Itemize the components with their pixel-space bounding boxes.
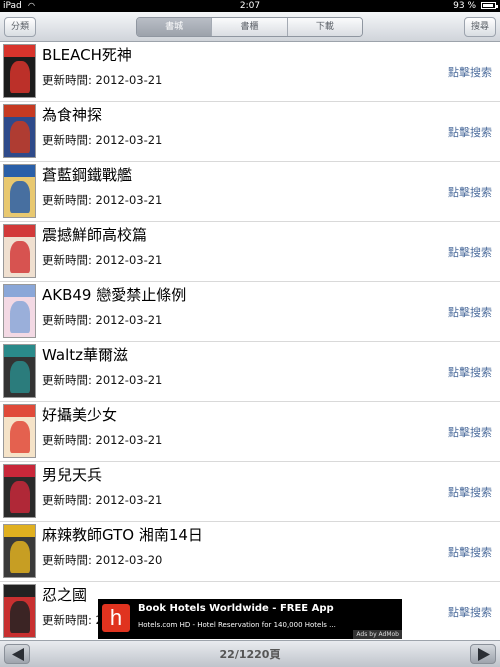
search-link[interactable]: 點擊搜索 [448,184,492,200]
search-link[interactable]: 點擊搜索 [448,424,492,440]
search-link[interactable]: 點擊搜索 [448,304,492,320]
comic-title: 麻辣教師GTO 湘南14日 [42,526,203,544]
bottom-toolbar: 22/1220頁 [0,640,500,667]
comic-cover-thumbnail[interactable] [3,524,36,578]
list-item[interactable]: AKB49 戀愛禁止條例更新時間: 2012-03-21 點擊搜索 [0,282,500,342]
update-time: 更新時間: 2012-03-21 [42,133,163,147]
ad-headline: Book Hotels Worldwide - FREE App [138,603,334,614]
comic-list: BLEACH死神 更新時間: 2012-03-21 點擊搜索 為食神探 更新時間: 20… [0,42,500,640]
segment-bookshelf[interactable]: 書櫃 [212,18,288,36]
update-time: 更新時間: 2012-03-21 [42,73,163,87]
battery-percentage: 93 % [453,1,476,11]
search-link[interactable]: 點擊搜索 [448,544,492,560]
ad-banner[interactable]: h Book Hotels Worldwide - FREE App Hotel… [98,599,402,639]
list-item[interactable]: 男兒天兵更新時間: 2012-03-21 點擊搜索 [0,462,500,522]
comic-title: 好攝美少女 [42,406,118,424]
comic-title: BLEACH死神 [42,46,132,64]
page-indicator: 22/1220頁 [219,648,281,661]
comic-cover-thumbnail[interactable] [3,404,36,458]
comic-cover-thumbnail[interactable] [3,344,36,398]
update-time: 更新時間: 2012-03-21 [42,373,163,387]
comic-cover-thumbnail[interactable] [3,164,36,218]
comic-title: AKB49 戀愛禁止條例 [42,286,187,304]
search-link[interactable]: 點擊搜索 [448,244,492,260]
comic-title: 為食神探 [42,106,103,124]
comic-title: 震撼鮮師高校篇 [42,226,148,244]
comic-title: 忍之國 [42,586,88,604]
comic-title: 男兒天兵 [42,466,103,484]
next-page-button[interactable] [470,644,496,664]
segmented-control: 書城 書櫃 下載 [136,17,363,37]
segment-bookstore[interactable]: 書城 [137,18,213,36]
comic-cover-thumbnail[interactable] [3,44,36,98]
ad-badge: Ads by AdMob [353,630,402,639]
arrow-right-icon [478,648,490,661]
update-time: 更新時間: 2012-03-21 [42,493,163,507]
search-link[interactable]: 點擊搜索 [448,484,492,500]
category-button[interactable]: 分類 [4,17,37,37]
navigation-bar: 分類 書城 書櫃 下載 搜尋 [0,12,500,42]
list-item[interactable]: BLEACH死神更新時間: 2012-03-21 點擊搜索 [0,42,500,102]
comic-cover-thumbnail[interactable] [3,464,36,518]
update-time: 更新時間: 2012-03-21 [42,313,163,327]
comic-title: 蒼藍鋼鐵戰艦 [42,166,133,184]
ad-subtext: Hotels.com HD - Hotel Reservation for 14… [138,621,336,629]
comic-cover-thumbnail[interactable] [3,104,36,158]
status-bar: iPad ◠ 2:07 93 % [0,0,500,12]
update-time: 更新時間: 2012-03-21 [42,253,163,267]
hotel-logo-icon: h [102,604,130,632]
search-link[interactable]: 點擊搜索 [448,604,492,620]
list-item[interactable]: 為食神探更新時間: 2012-03-21 點擊搜索 [0,102,500,162]
update-time: 更新時間: 2012-03-21 [42,433,163,447]
search-link[interactable]: 點擊搜索 [448,364,492,380]
list-item[interactable]: Waltz華爾滋更新時間: 2012-03-21 點擊搜索 [0,342,500,402]
list-item[interactable]: 震撼鮮師高校篇更新時間: 2012-03-21 點擊搜索 [0,222,500,282]
status-time: 2:07 [239,1,261,11]
search-link[interactable]: 點擊搜索 [448,64,492,80]
battery-icon [481,2,498,9]
comic-title: Waltz華爾滋 [42,346,128,364]
list-item[interactable]: 蒼藍鋼鐵戰艦更新時間: 2012-03-21 點擊搜索 [0,162,500,222]
comic-cover-thumbnail[interactable] [3,284,36,338]
search-link[interactable]: 點擊搜索 [448,124,492,140]
list-item[interactable]: 好攝美少女更新時間: 2012-03-21 點擊搜索 [0,402,500,462]
comic-cover-thumbnail[interactable] [3,584,36,638]
update-time: 更新時間: 2012-03-21 [42,193,163,207]
search-button[interactable]: 搜尋 [463,17,496,37]
list-item[interactable]: 麻辣教師GTO 湘南14日更新時間: 2012-03-20 點擊搜索 [0,522,500,582]
comic-cover-thumbnail[interactable] [3,224,36,278]
update-time: 更新時間: 2012-03-20 [42,553,163,567]
segment-download[interactable]: 下載 [287,18,362,36]
